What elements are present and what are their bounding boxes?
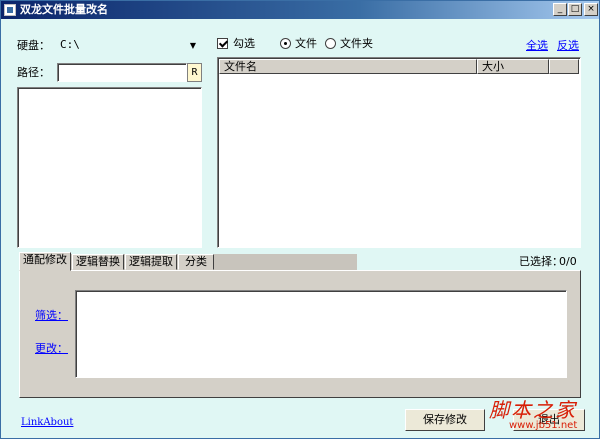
tab-logic-extract[interactable]: 逻辑提取 — [125, 254, 177, 270]
radio-folder[interactable] — [325, 38, 336, 49]
file-list[interactable]: 文件名 大小 — [217, 57, 581, 248]
column-header-filler — [549, 59, 579, 74]
tab-panel: 筛选： 更改： — [19, 270, 581, 398]
drive-label: 硬盘： — [17, 39, 50, 52]
link-about[interactable]: LinkAbout — [21, 416, 73, 430]
folder-tree[interactable] — [17, 87, 202, 248]
filter-link[interactable]: 筛选： — [35, 309, 68, 323]
drive-select[interactable]: C:\ ▼ — [57, 37, 201, 54]
save-button[interactable]: 保存修改 — [405, 409, 485, 431]
rule-input-area[interactable] — [75, 290, 567, 378]
app-icon — [4, 4, 16, 16]
radio-file-label: 文件 — [295, 37, 317, 50]
window-title: 双龙文件批量改名 — [20, 3, 108, 16]
check-select-label: 勾选 — [233, 37, 255, 50]
column-header-size[interactable]: 大小 — [477, 59, 549, 74]
select-all-link[interactable]: 全选 — [526, 39, 548, 53]
close-button[interactable]: × — [584, 3, 598, 16]
maximize-button[interactable]: □ — [568, 3, 582, 16]
tab-category[interactable]: 分类 — [178, 254, 214, 270]
title-bar[interactable]: 双龙文件批量改名 _ □ × — [1, 1, 599, 19]
drive-select-value: C:\ — [60, 38, 80, 51]
invert-selection-link[interactable]: 反选 — [557, 39, 579, 53]
column-header-filename[interactable]: 文件名 — [219, 59, 477, 74]
selected-count-value: 0/0 — [559, 255, 577, 268]
watermark-url: www.jb51.net — [509, 420, 578, 431]
radio-file[interactable] — [280, 38, 291, 49]
check-select-checkbox[interactable] — [217, 38, 228, 49]
tab-strip: 通配修改 逻辑替换 逻辑提取 分类 — [19, 252, 357, 271]
chevron-down-icon[interactable]: ▼ — [186, 38, 200, 53]
path-browse-button[interactable]: R — [187, 63, 202, 82]
tab-logic-replace[interactable]: 逻辑替换 — [72, 254, 124, 270]
app-window: 双龙文件批量改名 _ □ × 硬盘： C:\ ▼ 路径： R 勾选 文件 文件夹… — [0, 0, 600, 439]
selected-count-label: 已选择： — [519, 255, 563, 268]
path-input[interactable] — [57, 63, 187, 82]
change-link[interactable]: 更改： — [35, 342, 68, 356]
tab-wildcard[interactable]: 通配修改 — [19, 252, 71, 271]
watermark: 脚本之家 www.jb51.net — [481, 394, 593, 434]
radio-folder-label: 文件夹 — [340, 37, 373, 50]
watermark-text: 脚本之家 — [489, 398, 577, 422]
path-label: 路径： — [17, 66, 50, 79]
minimize-button[interactable]: _ — [553, 3, 567, 16]
